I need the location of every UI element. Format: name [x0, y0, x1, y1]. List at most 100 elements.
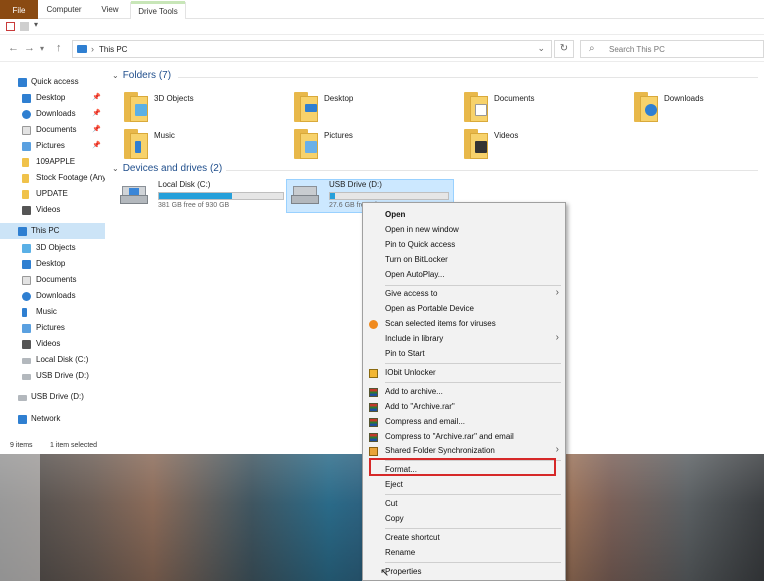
sidebar-item-pc-desktop[interactable]: Desktop [0, 256, 105, 272]
tab-view[interactable]: View [96, 3, 124, 19]
sidebar-item-label: Stock Footage (Any [36, 173, 105, 182]
sidebar-item-network[interactable]: Network [0, 411, 105, 427]
network-icon [18, 415, 27, 424]
sidebar-item-quick-access[interactable]: Quick access [0, 74, 105, 90]
menu-item-scan-viruses[interactable]: Scan selected items for viruses [363, 317, 565, 331]
menu-item-iobit-unlocker[interactable]: IObit Unlocker [363, 366, 565, 380]
sidebar-item-pc-music[interactable]: Music [0, 304, 105, 320]
pin-icon[interactable]: 📌 [92, 122, 101, 138]
address-dropdown-icon[interactable]: ⌄ [537, 43, 545, 54]
sidebar-item-this-pc[interactable]: This PC [0, 223, 105, 239]
menu-separator [385, 285, 561, 286]
pictures-icon [22, 142, 31, 151]
pin-icon[interactable]: 📌 [92, 106, 101, 122]
sidebar-item-pictures[interactable]: Pictures 📌 [0, 138, 105, 154]
folders-header[interactable]: ⌄ Folders (7) [112, 70, 171, 81]
sidebar-item-downloads[interactable]: Downloads 📌 [0, 106, 105, 122]
menu-separator [385, 363, 561, 364]
usb-drive-icon [22, 374, 31, 380]
folder-pictures-icon [294, 129, 318, 159]
drive-local-disk[interactable]: Local Disk (C:) 381 GB free of 930 GB [116, 180, 286, 214]
menu-item-compress-rar-email[interactable]: Compress to "Archive.rar" and email [363, 430, 565, 444]
folder-pictures[interactable]: Pictures [294, 127, 434, 167]
drive-name: USB Drive (D:) [329, 180, 382, 189]
folder-music[interactable]: Music [124, 127, 264, 167]
folder-music-icon [124, 129, 148, 159]
menu-item-pin-quick-access[interactable]: Pin to Quick access [363, 238, 565, 252]
menu-item-cut[interactable]: Cut [363, 497, 565, 511]
menu-item-include-library[interactable]: Include in library › [363, 332, 565, 346]
menu-item-autoplay[interactable]: Open AutoPlay... [363, 268, 565, 282]
sidebar-item-documents[interactable]: Documents 📌 [0, 122, 105, 138]
menu-item-bitlocker[interactable]: Turn on BitLocker [363, 253, 565, 267]
sidebar-item-desktop[interactable]: Desktop 📌 [0, 90, 105, 106]
menu-item-give-access[interactable]: Give access to › [363, 287, 565, 301]
menu-item-add-archive-rar[interactable]: Add to "Archive.rar" [363, 400, 565, 414]
folder-3d-objects[interactable]: 3D Objects [124, 90, 264, 130]
sidebar-item-pc-pictures[interactable]: Pictures [0, 320, 105, 336]
up-arrow-icon[interactable]: ↑ [56, 42, 62, 54]
usb-drive-icon [18, 395, 27, 401]
menu-item-open[interactable]: Open [363, 208, 565, 222]
menu-item-add-archive[interactable]: Add to archive... [363, 385, 565, 399]
sidebar-item-3d-objects[interactable]: 3D Objects [0, 240, 105, 256]
menu-item-properties[interactable]: Properties [363, 565, 565, 579]
sidebar-item-update[interactable]: UPDATE [0, 186, 105, 202]
sidebar-item-local-disk[interactable]: Local Disk (C:) [0, 352, 105, 368]
pin-icon[interactable]: 📌 [92, 90, 101, 106]
menu-item-copy[interactable]: Copy [363, 512, 565, 526]
tab-drive-tools[interactable]: Drive Tools [130, 1, 186, 19]
menu-item-label: Create shortcut [385, 533, 440, 542]
selection-count: 1 item selected [50, 442, 98, 449]
menu-item-shared-folder-sync[interactable]: Shared Folder Synchronization › [363, 444, 565, 458]
menu-item-compress-email[interactable]: Compress and email... [363, 415, 565, 429]
breadcrumb[interactable]: This PC [99, 45, 127, 54]
menu-item-create-shortcut[interactable]: Create shortcut [363, 531, 565, 545]
menu-item-open-new-window[interactable]: Open in new window [363, 223, 565, 237]
menu-separator [385, 528, 561, 529]
pin-icon[interactable]: 📌 [92, 138, 101, 154]
customize-toolbar-icon[interactable]: ▾ [34, 20, 43, 29]
search-icon: ⌕ [589, 43, 595, 54]
folder-downloads[interactable]: Downloads [634, 90, 764, 130]
drives-header[interactable]: ⌄ Devices and drives (2) [112, 163, 222, 174]
recent-locations-icon[interactable]: ▾ [40, 43, 44, 55]
folder-documents-icon [464, 92, 488, 122]
tab-computer[interactable]: Computer [44, 3, 84, 19]
navigation-pane: Quick access Desktop 📌 Downloads 📌 Docum… [0, 62, 107, 442]
forward-arrow-icon[interactable]: → [24, 42, 35, 54]
menu-item-portable-device[interactable]: Open as Portable Device [363, 302, 565, 316]
folder-documents[interactable]: Documents [464, 90, 604, 130]
sidebar-item-label: Videos [36, 205, 61, 214]
sidebar-item-usb-root[interactable]: USB Drive (D:) [0, 389, 105, 405]
menu-item-rename[interactable]: Rename [363, 546, 565, 560]
sidebar-item-pc-videos[interactable]: Videos [0, 336, 105, 352]
properties-icon[interactable] [6, 22, 15, 31]
sidebar-item-pc-downloads[interactable]: Downloads [0, 288, 105, 304]
sidebar-item-stock-footage[interactable]: Stock Footage (Any [0, 170, 105, 186]
hard-drive-icon [120, 186, 148, 206]
folder-desktop[interactable]: Desktop [294, 90, 434, 130]
download-icon [22, 292, 31, 301]
sidebar-item-109apple[interactable]: 109APPLE [0, 154, 105, 170]
folder-videos[interactable]: Videos [464, 127, 604, 167]
music-note-icon [22, 308, 27, 317]
sidebar-item-label: Pictures [36, 323, 65, 332]
back-arrow-icon[interactable]: ← [8, 42, 19, 54]
sidebar-item-videos[interactable]: Videos [0, 202, 105, 218]
search-input[interactable]: ⌕ Search This PC [580, 40, 764, 58]
refresh-icon[interactable]: ↻ [554, 40, 574, 58]
sidebar-item-usb-drive[interactable]: USB Drive (D:) [0, 368, 105, 384]
menu-item-pin-start[interactable]: Pin to Start [363, 347, 565, 361]
tab-file[interactable]: File [0, 0, 38, 19]
sidebar-item-pc-documents[interactable]: Documents [0, 272, 105, 288]
menu-item-label: Pin to Quick access [385, 240, 456, 249]
usb-drive-icon [291, 186, 319, 206]
menu-item-label: Add to archive... [385, 387, 443, 396]
new-folder-icon[interactable] [20, 22, 29, 31]
menu-item-eject[interactable]: Eject [363, 478, 565, 492]
breadcrumb-separator-icon[interactable]: › [91, 44, 94, 54]
address-bar[interactable]: › This PC ⌄ [72, 40, 552, 58]
folder-downloads-icon [634, 92, 658, 122]
menu-item-label: Add to "Archive.rar" [385, 402, 455, 411]
